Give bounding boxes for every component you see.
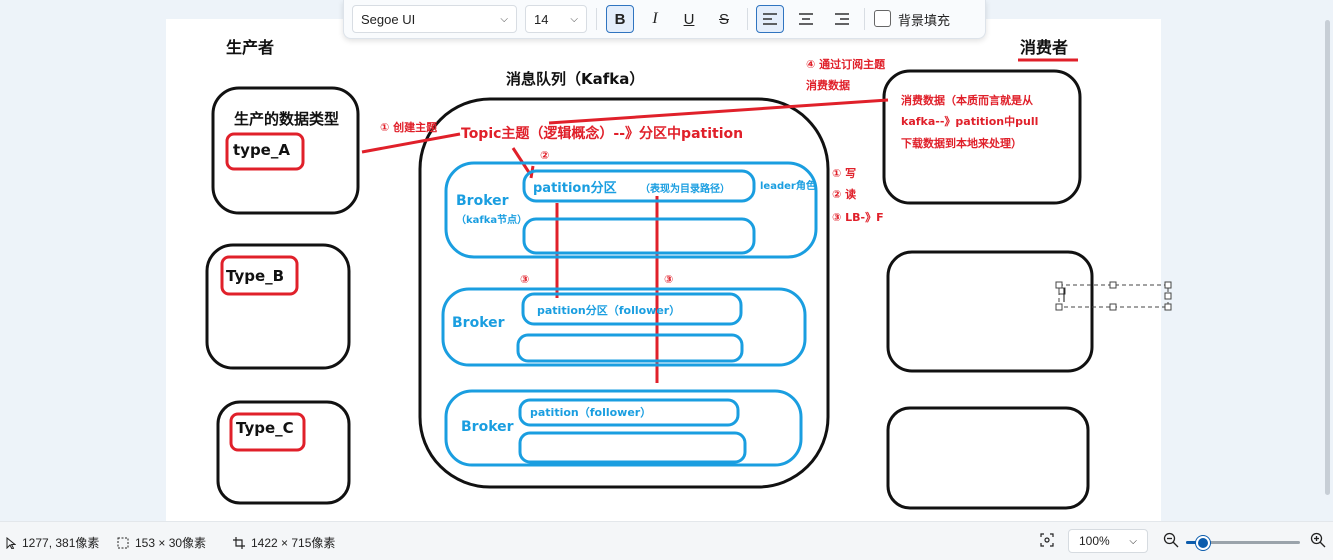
rw-read-label: ② 读 xyxy=(832,187,856,201)
broker-2-label: Broker xyxy=(452,315,505,331)
queue-title: 消息队列（Kafka） xyxy=(506,70,644,88)
diagram[interactable]: 生产者 消费者 消息队列（Kafka） 生产的数据类型 type_A Type_… xyxy=(0,0,1333,521)
step-2-label: ② xyxy=(540,149,549,162)
create-topic-arrow xyxy=(361,132,461,154)
zoom-in-button[interactable] xyxy=(1310,532,1326,548)
partition-leader-label: patition分区 xyxy=(533,180,617,196)
pointer-icon xyxy=(6,536,16,549)
partition-follower-1-label: patition分区（follower） xyxy=(537,303,680,317)
broker-1-sub-label: （kafka节点） xyxy=(456,213,527,226)
selection-icon xyxy=(117,537,129,548)
cursor-position-value: 1277, 381像素 xyxy=(22,536,100,550)
consumer-title: 消费者 xyxy=(1020,38,1068,57)
zoom-out-icon xyxy=(1163,532,1179,548)
partition-leader-note: （表现为目录路径） xyxy=(640,182,730,195)
consume-desc-2: kafka--》patition中pull xyxy=(901,114,1038,128)
producer-title: 生产者 xyxy=(226,38,274,57)
zoom-in-icon xyxy=(1310,532,1326,548)
producer-box-c xyxy=(216,400,351,505)
selection-size: 153 × 30像素 xyxy=(117,534,206,551)
zoom-select[interactable]: 100% ⌵ xyxy=(1068,529,1148,553)
rw-write-label: ① 写 xyxy=(832,167,856,180)
consume-desc-3: 下载数据到本地来处理） xyxy=(901,136,1022,150)
italic-button[interactable]: I xyxy=(641,5,669,33)
fit-screen-icon xyxy=(1040,533,1054,547)
subscribe-label-2: 消费数据 xyxy=(806,78,850,92)
create-topic-label: ① 创建主题 xyxy=(380,120,438,134)
font-size-value: 14 xyxy=(534,11,549,27)
image-size-value: 1422 × 715像素 xyxy=(251,536,336,550)
crop-icon xyxy=(233,536,245,549)
zoom-out-button[interactable] xyxy=(1163,532,1179,548)
underline-button[interactable]: U xyxy=(675,5,703,33)
chevron-down-icon: ⌵ xyxy=(500,13,508,25)
consume-desc-1: 消费数据（本质而言就是从 xyxy=(901,93,1033,107)
consumer-box-3 xyxy=(886,406,1090,510)
strikethrough-button[interactable]: S xyxy=(710,5,738,33)
font-family-select[interactable]: Segoe UI ⌵ xyxy=(352,5,517,33)
step-3-label-b: ③ xyxy=(664,273,673,286)
topic-label: Topic主题（逻辑概念）--》分区中patition xyxy=(461,125,743,142)
fit-to-window-button[interactable] xyxy=(1040,533,1054,547)
rw-lb-label: ③ LB-》F xyxy=(832,211,884,224)
toolbar-divider xyxy=(864,8,865,30)
background-fill-label: 背景填充 xyxy=(898,14,951,29)
font-size-select[interactable]: 14 ⌵ xyxy=(525,5,587,33)
type-c-label: Type_C xyxy=(236,419,294,437)
align-left-icon xyxy=(763,13,777,25)
step-3-label-a: ③ xyxy=(520,273,529,286)
font-family-value: Segoe UI xyxy=(361,11,416,27)
broker-1-label: Broker xyxy=(456,193,509,209)
partition-follower-2-label: patition（follower） xyxy=(530,406,651,419)
broker-2-partition-2 xyxy=(516,333,744,363)
vertical-scrollbar[interactable] xyxy=(1325,20,1330,495)
align-right-icon xyxy=(835,13,849,25)
align-right-button[interactable] xyxy=(828,5,856,33)
consume-arrow xyxy=(548,98,889,125)
leader-role-label: leader角色 xyxy=(760,179,816,192)
status-bar: 1277, 381像素 153 × 30像素 1422 × 715像素 100%… xyxy=(0,521,1333,560)
text-format-toolbar: Segoe UI ⌵ 14 ⌵ B I U S 背景填充 xyxy=(343,0,986,39)
cursor-position: 1277, 381像素 xyxy=(6,534,99,551)
align-center-button[interactable] xyxy=(792,5,820,33)
selection-size-value: 153 × 30像素 xyxy=(135,536,207,550)
subscribe-label-1: ④ 通过订阅主题 xyxy=(806,57,886,71)
align-left-button[interactable] xyxy=(756,5,784,33)
align-center-icon xyxy=(799,13,813,25)
type-a-label: type_A xyxy=(233,141,290,159)
zoom-value: 100% xyxy=(1079,534,1110,548)
bold-button[interactable]: B xyxy=(606,5,634,33)
toolbar-divider xyxy=(596,8,597,30)
type-b-label: Type_B xyxy=(226,267,284,285)
producer-box-b xyxy=(205,243,351,370)
broker-3-partition-2 xyxy=(518,431,747,464)
background-fill-checkbox[interactable] xyxy=(874,10,891,27)
topic-to-partition xyxy=(511,147,532,175)
toolbar-divider xyxy=(747,8,748,30)
broker-3-label: Broker xyxy=(461,419,514,435)
chevron-down-icon: ⌵ xyxy=(570,13,578,25)
broker-1-box xyxy=(444,161,818,259)
chevron-down-icon: ⌵ xyxy=(1129,535,1137,547)
image-size: 1422 × 715像素 xyxy=(233,534,335,551)
canvas-area[interactable]: 生产者 消费者 消息队列（Kafka） 生产的数据类型 type_A Type_… xyxy=(0,0,1333,521)
consumer-box-2 xyxy=(886,250,1094,373)
data-type-label: 生产的数据类型 xyxy=(234,110,339,128)
zoom-slider-thumb[interactable] xyxy=(1196,536,1211,550)
selection-handles xyxy=(1055,281,1172,311)
